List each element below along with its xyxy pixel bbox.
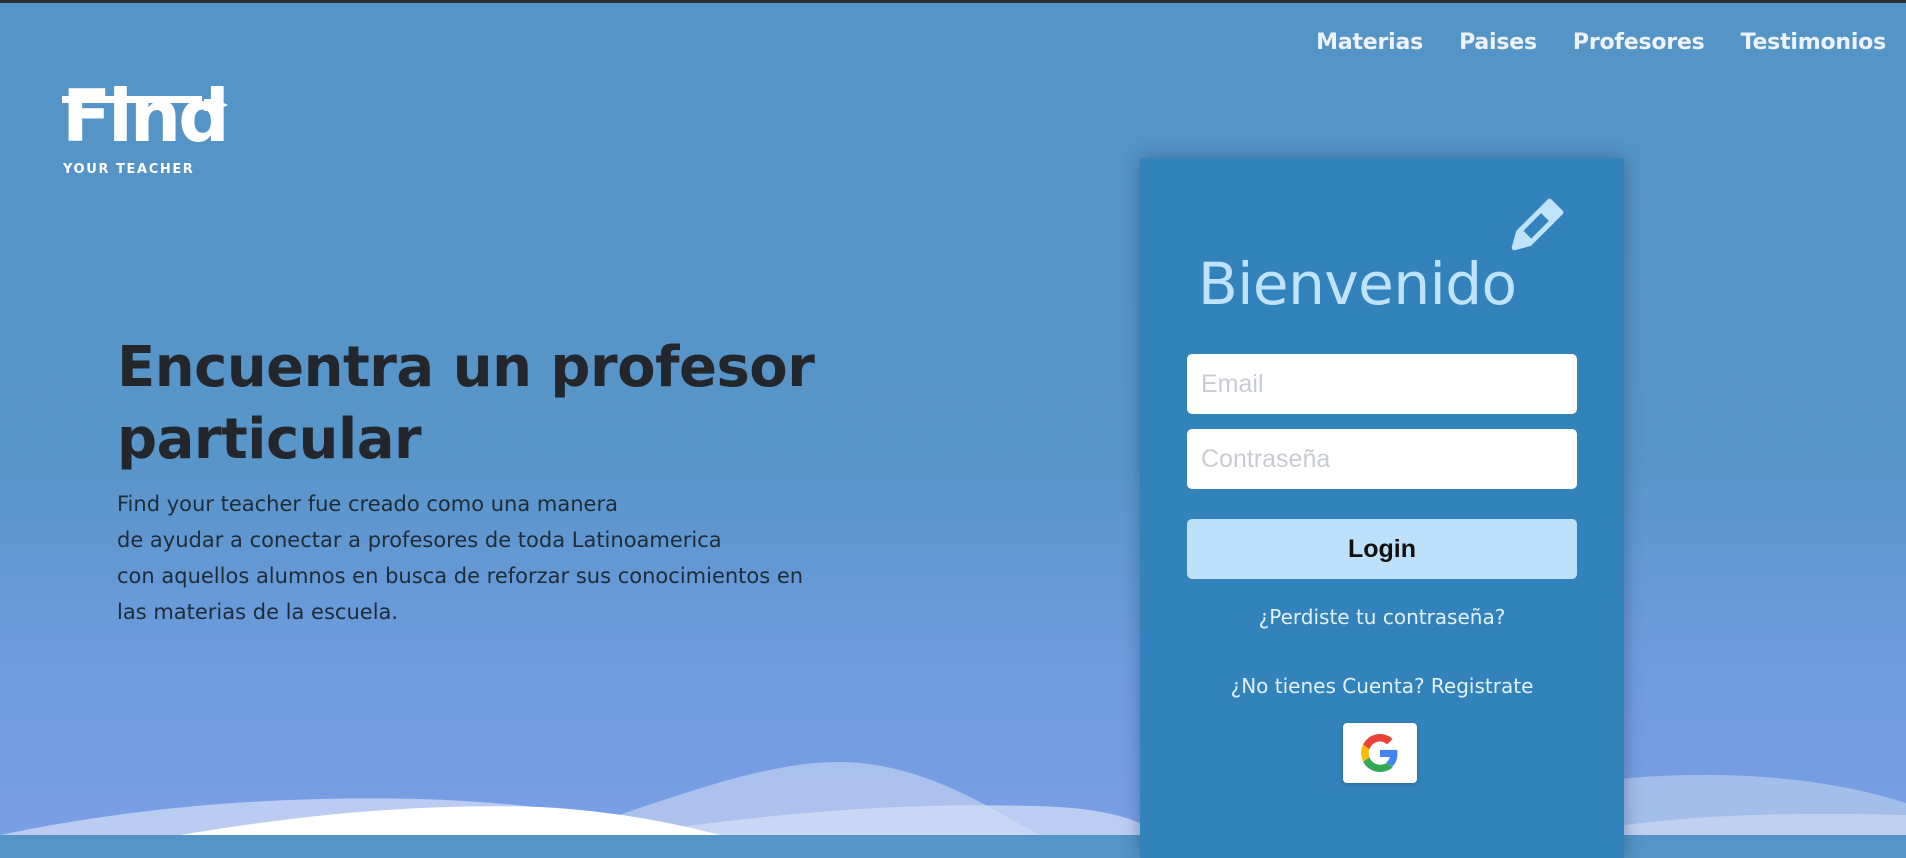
logo-subtitle: YOUR TEACHER — [63, 162, 195, 177]
login-button[interactable]: Login — [1187, 519, 1577, 579]
nav-link-materias[interactable]: Materias — [1316, 30, 1423, 55]
nav-link-paises[interactable]: Paises — [1459, 30, 1537, 55]
google-signin-button[interactable] — [1343, 723, 1417, 783]
login-card: Bienvenido Login ¿Perdiste tu contraseña… — [1140, 158, 1624, 858]
find-your-teacher-logo[interactable]: Find YOUR TEACHER — [62, 80, 232, 186]
main-nav: Materias Paises Profesores Testimonios — [1316, 30, 1886, 55]
nav-link-profesores[interactable]: Profesores — [1573, 30, 1705, 55]
hero-description-line: con aquellos alumnos en busca de reforza… — [117, 564, 804, 588]
google-icon — [1361, 734, 1398, 772]
hero-description-line: Find your teacher fue creado como una ma… — [117, 492, 618, 516]
hero-description-line: de ayudar a conectar a profesores de tod… — [117, 528, 722, 552]
logo-wordmark: Find — [62, 74, 230, 158]
welcome-title: Bienvenido — [1198, 250, 1517, 318]
top-border — [0, 0, 1906, 3]
hero-description-line: las materias de la escuela. — [117, 600, 399, 624]
hero-title: Encuentra un profesor particular — [117, 335, 815, 472]
password-field[interactable] — [1187, 429, 1577, 489]
email-field[interactable] — [1187, 354, 1577, 414]
nav-link-testimonios[interactable]: Testimonios — [1741, 30, 1887, 55]
forgot-password-link[interactable]: ¿Perdiste tu contraseña? — [1140, 605, 1624, 629]
hero-description: Find your teacher fue creado como una ma… — [117, 486, 837, 630]
register-link[interactable]: ¿No tienes Cuenta? Registrate — [1140, 674, 1624, 698]
